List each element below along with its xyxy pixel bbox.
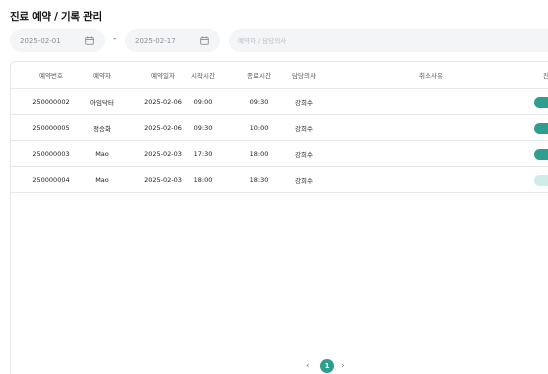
cell-patient-name: 아임닥터	[90, 98, 114, 107]
reservation-table: 예약번호 예약자 예약일자 시작시간 종료시간 담당의사 취소사유 진 2500…	[10, 61, 548, 374]
cell-end-time: 18:30	[249, 175, 269, 184]
header-doctor[interactable]: 담당의사	[287, 62, 321, 88]
page-title: 진료 예약 / 기록 관리	[10, 11, 102, 23]
cell-reservation-number: 250000002	[32, 97, 70, 106]
table-header: 예약번호 예약자 예약일자 시작시간 종료시간 담당의사 취소사유 진	[11, 62, 548, 89]
status-badge[interactable]	[534, 149, 548, 160]
status-badge[interactable]	[534, 97, 548, 108]
cell-doctor: 강희수	[295, 98, 313, 107]
cell-start-time: 09:30	[193, 123, 213, 132]
end-date-picker[interactable]: 2025-02-17	[125, 29, 220, 52]
cell-cancel-reason	[371, 89, 491, 114]
search-input[interactable]	[229, 29, 548, 52]
status-badge[interactable]	[534, 175, 548, 186]
page-button-current[interactable]: 1	[320, 359, 334, 373]
next-page-icon[interactable]: ›	[341, 360, 345, 372]
header-start-time[interactable]: 시작시간	[184, 62, 222, 88]
table-row[interactable]: 250000005 정승화 2025-02-06 09:30 10:00 강희수	[11, 115, 548, 141]
cell-cancel-reason	[371, 141, 491, 166]
cell-end-time: 09:30	[249, 97, 269, 106]
header-status[interactable]: 진	[526, 62, 548, 88]
cell-doctor: 강희수	[295, 176, 313, 185]
cell-cancel-reason	[371, 115, 491, 140]
status-badge[interactable]	[534, 123, 548, 134]
table-row[interactable]: 250000003 Mao 2025-02-03 17:30 18:00 강희수	[11, 141, 548, 167]
header-patient-name[interactable]: 예약자	[85, 62, 119, 88]
calendar-icon[interactable]	[200, 36, 209, 45]
cell-start-time: 18:00	[193, 175, 213, 184]
calendar-icon[interactable]	[85, 36, 94, 45]
cell-patient-name: Mao	[95, 175, 109, 184]
cell-start-time: 09:00	[193, 97, 213, 106]
date-range-separator: -	[113, 34, 117, 44]
cell-reservation-date: 2025-02-06	[144, 123, 182, 132]
start-date-value: 2025-02-01	[20, 36, 61, 45]
cell-reservation-number: 250000004	[32, 175, 70, 184]
cell-cancel-reason	[371, 167, 491, 192]
cell-doctor: 강희수	[295, 150, 313, 159]
cell-end-time: 10:00	[249, 123, 269, 132]
end-date-value: 2025-02-17	[135, 36, 176, 45]
cell-reservation-date: 2025-02-03	[144, 175, 182, 184]
header-end-time[interactable]: 종료시간	[240, 62, 278, 88]
pagination: ‹ 1 ›	[0, 359, 548, 373]
cell-doctor: 강희수	[295, 124, 313, 133]
cell-start-time: 17:30	[193, 149, 213, 158]
start-date-picker[interactable]: 2025-02-01	[10, 29, 105, 52]
header-cancel-reason[interactable]: 취소사유	[371, 62, 491, 88]
cell-end-time: 18:00	[249, 149, 269, 158]
prev-page-icon[interactable]: ‹	[306, 360, 310, 372]
header-reservation-number[interactable]: 예약번호	[25, 62, 77, 88]
table-row[interactable]: 250000002 아임닥터 2025-02-06 09:00 09:30 강희…	[11, 89, 548, 115]
cell-patient-name: 정승화	[93, 124, 111, 133]
cell-reservation-date: 2025-02-03	[144, 149, 182, 158]
cell-reservation-number: 250000005	[32, 123, 70, 132]
table-row[interactable]: 250000004 Mao 2025-02-03 18:00 18:30 강희수	[11, 167, 548, 193]
cell-reservation-number: 250000003	[32, 149, 70, 158]
cell-patient-name: Mao	[95, 149, 109, 158]
cell-reservation-date: 2025-02-06	[144, 97, 182, 106]
header-reservation-date[interactable]: 예약일자	[135, 62, 191, 88]
